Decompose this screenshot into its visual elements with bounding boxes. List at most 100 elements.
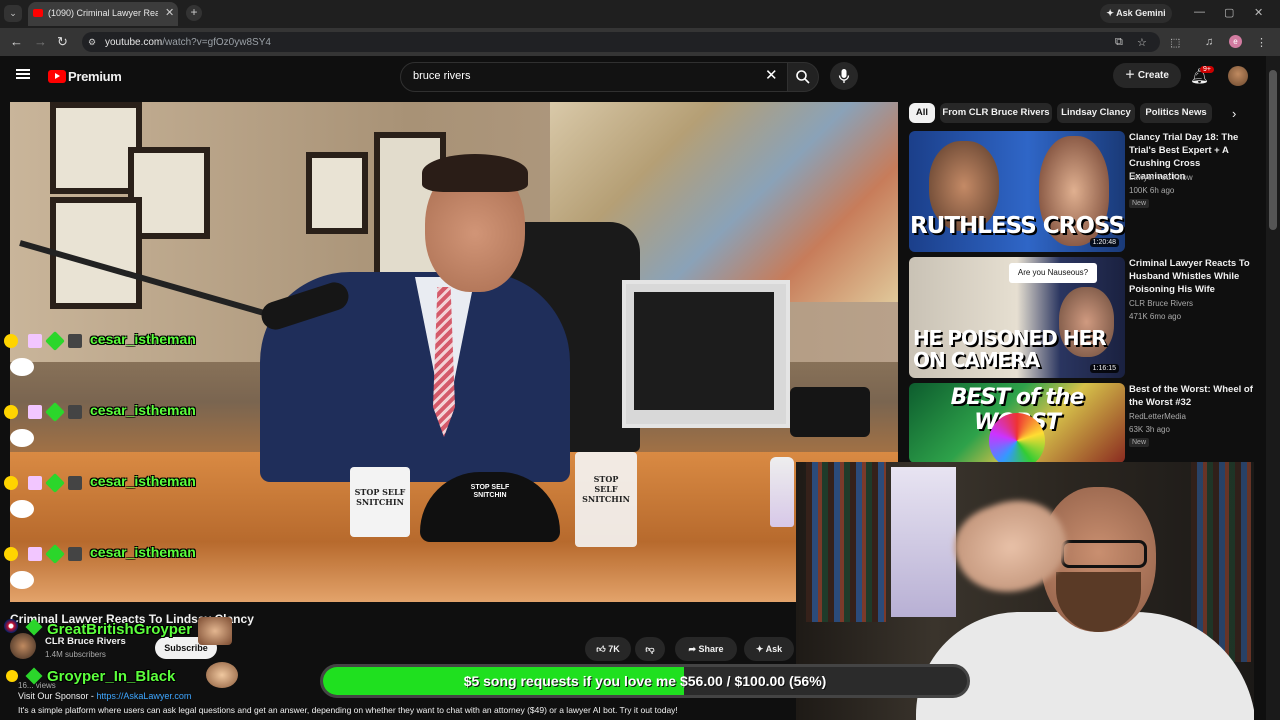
site-info-icon[interactable]: ⚙ <box>88 37 96 48</box>
create-button[interactable]: ＋ Create <box>1113 63 1181 88</box>
donation-progress-bar: $5 song requests if you love me $56.00 /… <box>320 664 970 698</box>
reload-icon[interactable]: ↻ <box>57 34 68 50</box>
chat-username: cesar_istheman <box>90 473 196 489</box>
cast-icon[interactable]: ⧉ <box>1115 36 1123 49</box>
sponsor-label: Visit Our Sponsor - <box>18 691 97 701</box>
forward-icon[interactable]: → <box>34 34 47 49</box>
premium-label[interactable]: Premium <box>68 69 122 84</box>
view-count: 16... views <box>18 681 56 690</box>
video-player[interactable]: STOP SELF SNITCHIN STOP SELF SNITCHIN ST… <box>10 102 898 602</box>
video-monitor <box>622 280 790 428</box>
youtube-favicon-icon <box>33 9 43 17</box>
tab-list-button[interactable]: ⌄ <box>4 5 22 22</box>
emoji-icon <box>6 670 18 682</box>
plus-icon: ＋ <box>1125 70 1138 81</box>
scrollbar-thumb[interactable] <box>1269 70 1277 230</box>
tab-title: (1090) Criminal Lawyer Reacts T <box>48 8 158 18</box>
wheel-icon <box>989 413 1045 463</box>
search-input[interactable] <box>411 69 715 83</box>
badge-icon <box>68 547 82 561</box>
like-count: 7K <box>608 644 620 654</box>
new-tab-button[interactable]: + <box>186 5 202 21</box>
browser-menu-icon[interactable]: ⋮ <box>1256 36 1267 49</box>
chevron-right-icon[interactable]: › <box>1232 106 1236 121</box>
mic-icon <box>838 69 850 83</box>
recommended-meta: 471K 6mo ago <box>1129 312 1182 321</box>
media-control-icon[interactable]: ♫ <box>1205 36 1213 48</box>
url-host: youtube.com <box>105 37 163 48</box>
url-path: /watch?v=gfOz0yw8SY4 <box>162 37 271 48</box>
recommended-channel[interactable]: CLR Bruce Rivers <box>1129 299 1193 308</box>
clear-search-icon[interactable]: ✕ <box>765 66 778 84</box>
share-icon: ➦ <box>688 644 699 654</box>
maximize-button[interactable]: ▢ <box>1224 6 1234 19</box>
extensions-icon[interactable]: ⬚ <box>1170 36 1180 49</box>
youtube-logo-icon[interactable] <box>48 70 66 83</box>
recommended-title[interactable]: Criminal Lawyer Reacts To Husband Whistl… <box>1129 257 1259 296</box>
video-duration: 1:16:15 <box>1089 364 1119 373</box>
video-water-bottle <box>770 457 794 527</box>
gift-icon <box>28 547 42 561</box>
video-presenter-hair <box>422 154 528 192</box>
sparkle-icon: ✦ <box>755 644 766 654</box>
chat-username: cesar_istheman <box>90 544 196 560</box>
chip-politics-news[interactable]: Politics News <box>1140 103 1212 123</box>
bookshelf <box>806 462 886 622</box>
like-button[interactable]: 👍︎ 7K <box>585 637 631 661</box>
emoji-icon <box>4 334 18 348</box>
channel-avatar[interactable] <box>10 633 36 659</box>
recommended-meta: 100K 6h ago <box>1129 186 1175 195</box>
close-window-button[interactable]: ✕ <box>1254 6 1263 19</box>
cap-text: STOP SELF SNITCHIN <box>470 484 510 499</box>
recommended-channel[interactable]: Lawyer You Know <box>1129 173 1193 182</box>
back-icon[interactable]: ← <box>10 34 23 49</box>
chat-emote <box>198 617 232 645</box>
video-mug-left: STOP SELF SNITCHIN <box>350 467 410 537</box>
gift-icon <box>28 334 42 348</box>
emoji-icon <box>4 476 18 490</box>
badge-icon <box>68 405 82 419</box>
share-button[interactable]: ➦ Share <box>675 637 737 661</box>
video-thumbnail[interactable]: BEST of the WORST <box>909 383 1125 463</box>
tab-close-icon[interactable]: ✕ <box>165 6 174 19</box>
subscriber-count: 1.4M subscribers <box>45 650 106 659</box>
chat-username: Groyper_In_Black <box>47 668 176 685</box>
ask-button[interactable]: ✦ Ask <box>744 637 794 661</box>
sponsor-line: Visit Our Sponsor - https://AskaLawyer.c… <box>18 691 191 701</box>
mug-right-text: STOP SELF SNITCHIN <box>582 474 630 504</box>
ask-gemini-button[interactable]: ✦ Ask Gemini <box>1100 4 1172 23</box>
search-icon <box>796 70 810 84</box>
video-thumbnail[interactable]: Are you Nauseous? HE POISONED HER ON CAM… <box>909 257 1125 378</box>
minimize-button[interactable]: — <box>1194 6 1205 18</box>
recommended-channel[interactable]: RedLetterMedia <box>1129 412 1186 421</box>
sponsor-link[interactable]: https://AskaLawyer.com <box>96 691 191 701</box>
dislike-button[interactable]: 👎︎ <box>635 637 665 661</box>
recommended-title[interactable]: Best of the Worst: Wheel of the Worst #3… <box>1129 383 1259 409</box>
bookmark-star-icon[interactable]: ☆ <box>1137 36 1147 49</box>
chip-lindsay-clancy[interactable]: Lindsay Clancy <box>1057 103 1135 123</box>
chat-username: cesar_istheman <box>90 402 196 418</box>
chip-all[interactable]: All <box>909 103 935 123</box>
gemini-icon: ✦ <box>1106 8 1117 18</box>
menu-icon[interactable] <box>16 69 30 71</box>
chat-bubble-icon <box>10 500 34 518</box>
chat-bubble-icon <box>10 358 34 376</box>
voice-search-button[interactable] <box>830 62 858 90</box>
video-diploma-frame <box>306 152 368 234</box>
background-door <box>891 467 956 617</box>
search-button[interactable] <box>787 62 819 92</box>
chip-from-clr[interactable]: From CLR Bruce Rivers <box>940 103 1052 123</box>
thumb-title-text: HE POISONED HER ON CAMERA <box>913 326 1107 372</box>
chat-emote <box>206 662 238 688</box>
create-label: Create <box>1137 70 1169 81</box>
video-thumbnail[interactable]: RUTHLESS CROSS 1:20:48 <box>909 131 1125 252</box>
gift-icon <box>28 405 42 419</box>
notification-count-badge: 9+ <box>1200 66 1214 73</box>
profile-avatar[interactable]: e <box>1229 35 1242 48</box>
new-badge: New <box>1129 199 1150 208</box>
video-description: It's a simple platform where users can a… <box>18 705 678 715</box>
url-text[interactable]: youtube.com/watch?v=gfOz0yw8SY4 <box>105 37 271 48</box>
account-avatar[interactable] <box>1228 66 1248 86</box>
thumbs-up-icon: 👍︎ <box>596 644 609 654</box>
ask-gemini-label: Ask Gemini <box>1116 8 1166 18</box>
